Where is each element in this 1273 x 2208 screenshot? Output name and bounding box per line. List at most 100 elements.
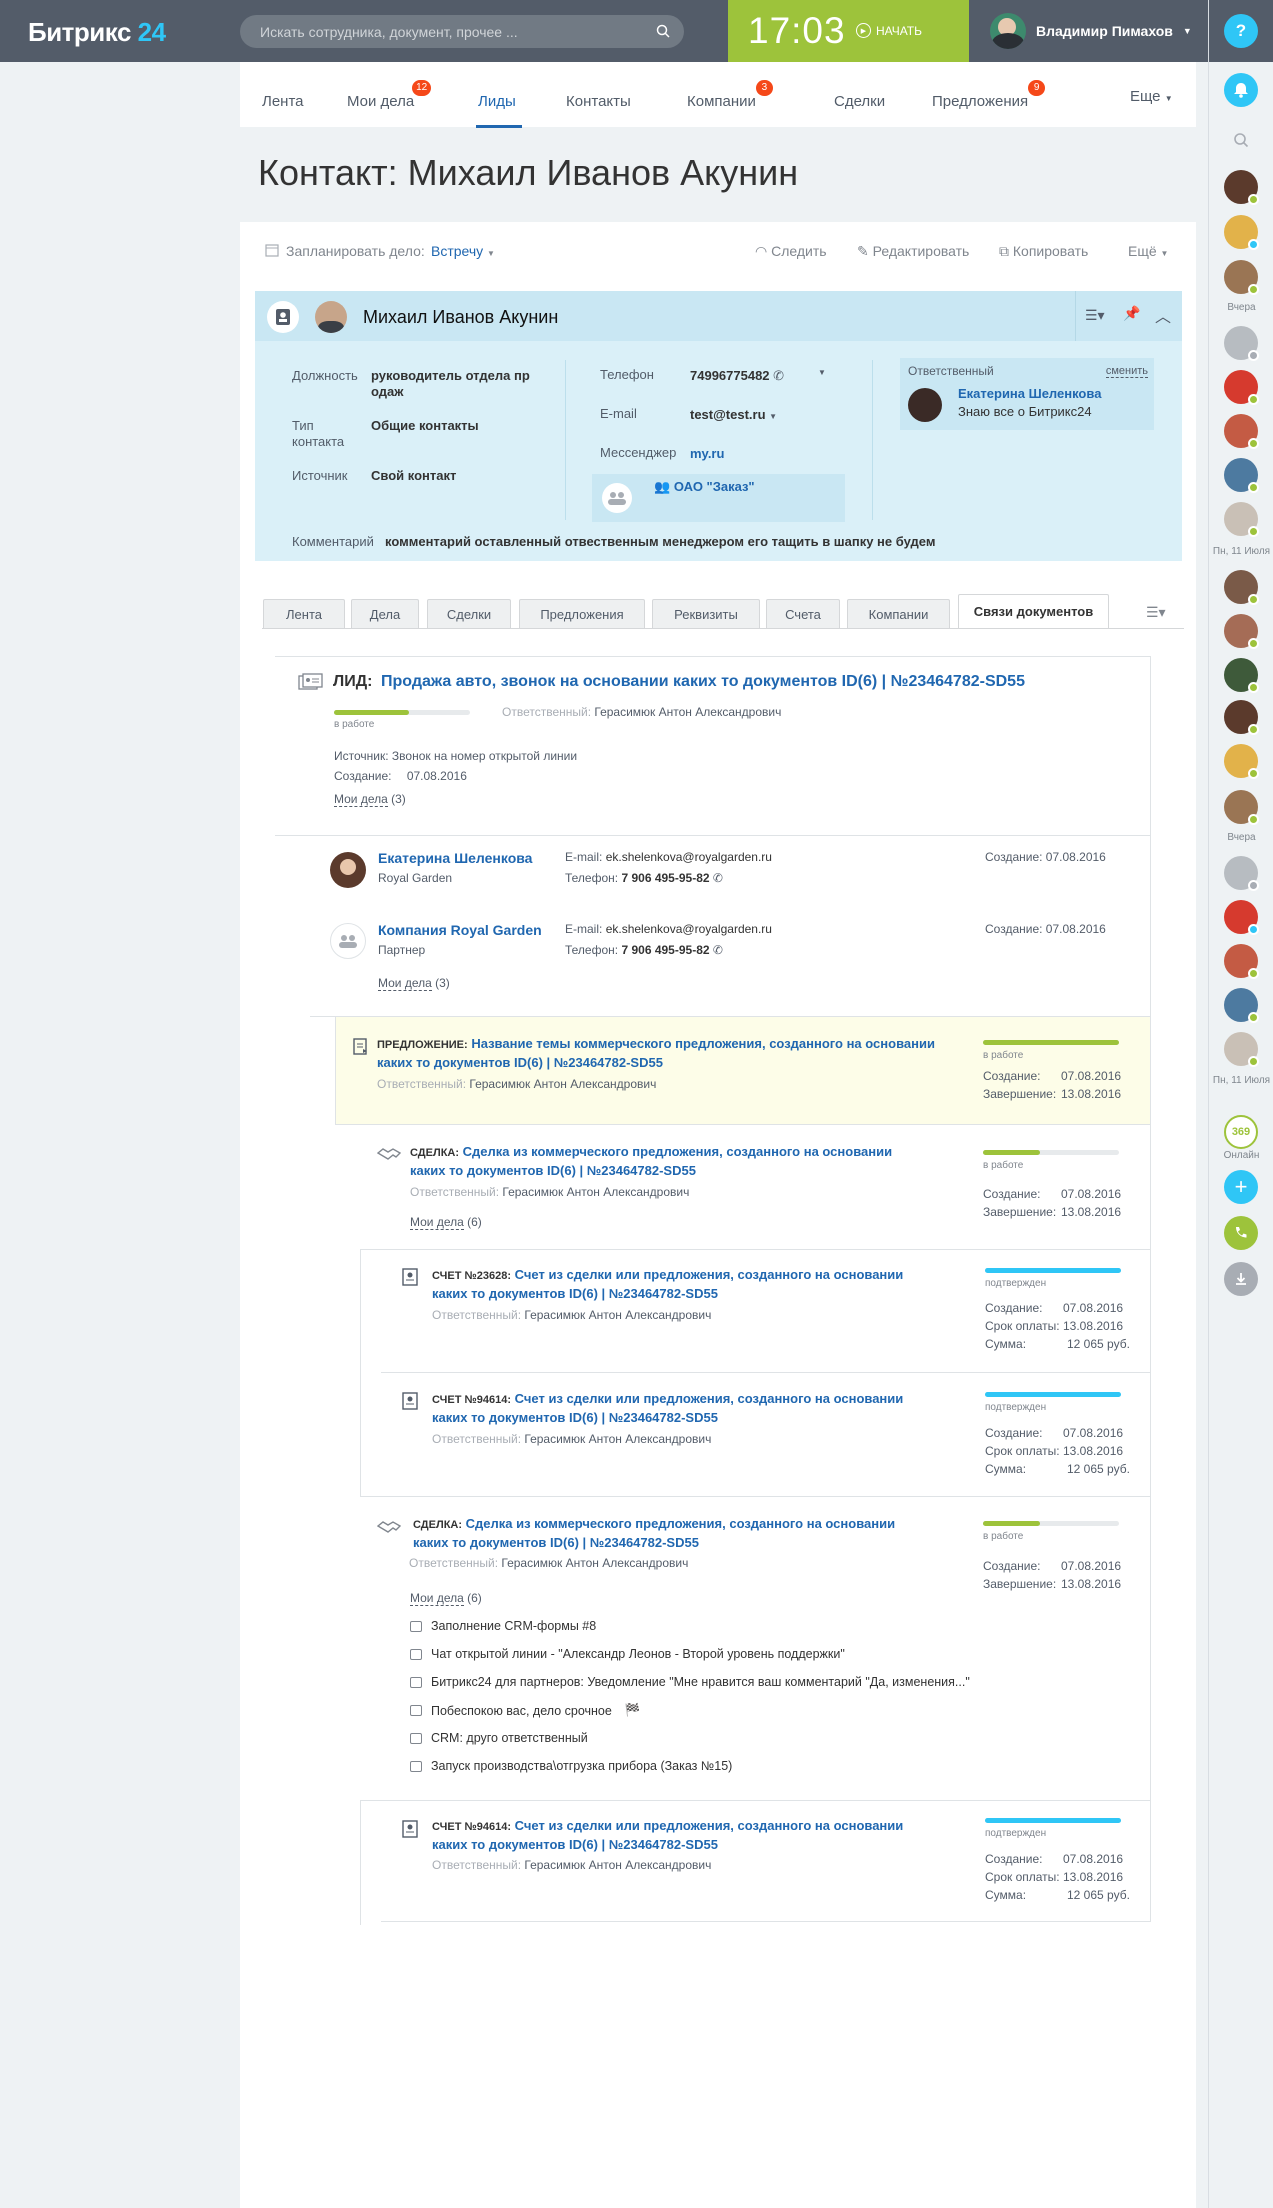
resp-name[interactable]: Герасимюк Антон Александрович	[594, 705, 781, 719]
invoice-title[interactable]: СЧЕТ №94614: Счет из сделки или предложе…	[432, 1817, 903, 1854]
contact-avatar[interactable]	[1224, 326, 1259, 361]
deal-title[interactable]: СДЕЛКА: Сделка из коммерческого предложе…	[410, 1143, 892, 1180]
logo[interactable]: Битрикс 24	[28, 17, 166, 48]
contact-avatar[interactable]	[1224, 1032, 1259, 1067]
nav-item-leads[interactable]: Лиды	[478, 93, 516, 110]
contact-avatar[interactable]	[1224, 856, 1259, 891]
contact-avatar[interactable]	[1224, 614, 1259, 649]
contact-avatar[interactable]	[1224, 170, 1259, 205]
nav-item-companies[interactable]: Компании 3	[687, 80, 773, 110]
help-button[interactable]: ?	[1224, 14, 1258, 48]
contact-avatar[interactable]	[1224, 414, 1259, 449]
activity-item[interactable]: CRM: друго ответственный	[410, 1731, 588, 1745]
download-icon[interactable]	[1224, 1262, 1258, 1296]
nav-item-contacts[interactable]: Контакты	[566, 93, 631, 110]
phone-icon[interactable]	[1224, 1216, 1258, 1250]
more-button[interactable]: Ещё ▼	[1128, 243, 1168, 259]
resp-name[interactable]: Герасимюк Антон Александрович	[524, 1308, 711, 1322]
company-link[interactable]: 👥 ОАО "Заказ"	[654, 479, 755, 495]
activity-item[interactable]: Запуск производства\отгрузка прибора (За…	[410, 1759, 732, 1773]
user-menu[interactable]: Владимир Пимахов ▼	[990, 13, 1192, 49]
follow-button[interactable]: ◠ Следить	[755, 243, 827, 260]
start-workday-button[interactable]: ▶ НАЧАТЬ	[856, 23, 922, 38]
tab-feed[interactable]: Лента	[263, 599, 345, 629]
person-name-link[interactable]: Екатерина Шеленкова	[378, 850, 532, 866]
offer-title[interactable]: ПРЕДЛОЖЕНИЕ: Название темы коммерческого…	[377, 1035, 935, 1072]
nav-item-deals[interactable]: Сделки	[834, 93, 885, 110]
nav-item-offers[interactable]: Предложения 9	[932, 80, 1046, 110]
resp-name[interactable]: Герасимюк Антон Александрович	[524, 1432, 711, 1446]
tab-menu-icon[interactable]: ☰▾	[1146, 604, 1166, 621]
tab-tasks[interactable]: Дела	[351, 599, 419, 629]
my-tasks-link[interactable]: Мои дела	[334, 792, 388, 807]
deal-title-line1: Сделка из коммерческого предложения, соз…	[465, 1516, 896, 1531]
activity-item[interactable]: Чат открытой линии - "Александр Леонов -…	[410, 1647, 845, 1661]
copy-button[interactable]: ⧉ Копировать	[999, 243, 1088, 260]
contact-avatar[interactable]	[1224, 744, 1259, 779]
plan-value: Встречу	[431, 243, 484, 259]
activity-item[interactable]: Заполнение CRM-формы #8	[410, 1619, 596, 1633]
contact-avatar[interactable]	[1224, 215, 1259, 250]
contact-avatar[interactable]	[1224, 658, 1259, 693]
rail-search-icon[interactable]	[1233, 132, 1249, 148]
my-tasks-link[interactable]: Мои дела	[410, 1215, 464, 1230]
resp-name[interactable]: Герасимюк Антон Александрович	[502, 1185, 689, 1199]
contact-avatar[interactable]	[1224, 370, 1259, 405]
email-value[interactable]: test@test.ru ▼	[690, 407, 777, 422]
phone-value[interactable]: 74996775482 ✆	[690, 368, 784, 384]
tab-requisites[interactable]: Реквизиты	[652, 599, 760, 629]
nav-label: Компании	[687, 93, 756, 110]
nav-item-my-tasks[interactable]: Мои дела 12	[347, 80, 432, 110]
contact-avatar[interactable]	[1224, 988, 1259, 1023]
linked-company[interactable]: 👥 ОАО "Заказ"	[592, 474, 845, 522]
tab-companies[interactable]: Компании	[847, 599, 950, 629]
my-tasks-link[interactable]: Мои дела	[410, 1591, 464, 1606]
person-company: Royal Garden	[378, 871, 453, 885]
invoice-title[interactable]: СЧЕТ №23628: Счет из сделки или предложе…	[432, 1266, 903, 1303]
tab-offers[interactable]: Предложения	[519, 599, 645, 629]
tab-invoices[interactable]: Счета	[766, 599, 840, 629]
edit-button[interactable]: ✎ Редактировать	[857, 243, 969, 260]
messenger-link[interactable]: my.ru	[690, 446, 724, 461]
chevron-down-icon[interactable]: ▼	[818, 368, 826, 377]
resp-name[interactable]: Герасимюк Антон Александрович	[501, 1556, 688, 1570]
resp-name[interactable]: Герасимюк Антон Александрович	[469, 1077, 656, 1091]
contact-avatar[interactable]	[1224, 790, 1259, 825]
contact-avatar[interactable]	[1224, 900, 1259, 935]
activity-item[interactable]: Побеспокою вас, дело срочное 🏁	[410, 1703, 640, 1718]
change-responsible-link[interactable]: сменить	[1105, 365, 1148, 378]
responsible-name[interactable]: Екатерина Шеленкова	[958, 386, 1101, 401]
contact-avatar[interactable]	[1224, 458, 1259, 493]
search-icon[interactable]	[656, 24, 670, 38]
search-input[interactable]	[260, 15, 640, 48]
tab-document-links[interactable]: Связи документов	[958, 594, 1109, 629]
activity-item[interactable]: Битрикс24 для партнеров: Уведомление "Мн…	[410, 1675, 970, 1689]
company-phone[interactable]: 7 906 495-95-82	[621, 943, 709, 957]
deal-title[interactable]: СДЕЛКА: Сделка из коммерческого предложе…	[413, 1515, 895, 1552]
pin-icon[interactable]: 📌	[1123, 305, 1140, 322]
resp-name[interactable]: Герасимюк Антон Александрович	[524, 1858, 711, 1872]
company-email[interactable]: ek.shelenkova@royalgarden.ru	[606, 922, 772, 936]
contact-avatar[interactable]	[1224, 700, 1259, 735]
work-time-widget[interactable]: 17:03 ▶ НАЧАТЬ	[728, 0, 969, 62]
lead-title-link[interactable]: Продажа авто, звонок на основании каких …	[381, 673, 1025, 691]
contact-avatar[interactable]	[1224, 260, 1259, 295]
add-button[interactable]: +	[1224, 1170, 1258, 1204]
notification-bell-icon[interactable]	[1224, 73, 1258, 107]
list-settings-icon[interactable]: ☰▾	[1085, 307, 1105, 324]
nav-item-more[interactable]: Еще ▼	[1130, 88, 1173, 105]
contact-avatar[interactable]	[1224, 944, 1259, 979]
invoice-title[interactable]: СЧЕТ №94614: Счет из сделки или предложе…	[432, 1390, 903, 1427]
search-box[interactable]	[240, 15, 684, 48]
plan-activity-dropdown[interactable]: Встречу ▼	[431, 243, 495, 259]
person-email[interactable]: ek.shelenkova@royalgarden.ru	[606, 850, 772, 864]
tab-deals[interactable]: Сделки	[427, 599, 511, 629]
online-counter[interactable]: 369	[1224, 1115, 1258, 1149]
contact-avatar[interactable]	[1224, 570, 1259, 605]
my-tasks-link[interactable]: Мои дела	[378, 976, 432, 991]
company-name-link[interactable]: Компания Royal Garden	[378, 922, 542, 938]
contact-avatar[interactable]	[1224, 502, 1259, 537]
collapse-icon[interactable]: ︿	[1155, 303, 1171, 327]
person-phone[interactable]: 7 906 495-95-82	[621, 871, 709, 885]
nav-item-feed[interactable]: Лента	[262, 93, 304, 110]
